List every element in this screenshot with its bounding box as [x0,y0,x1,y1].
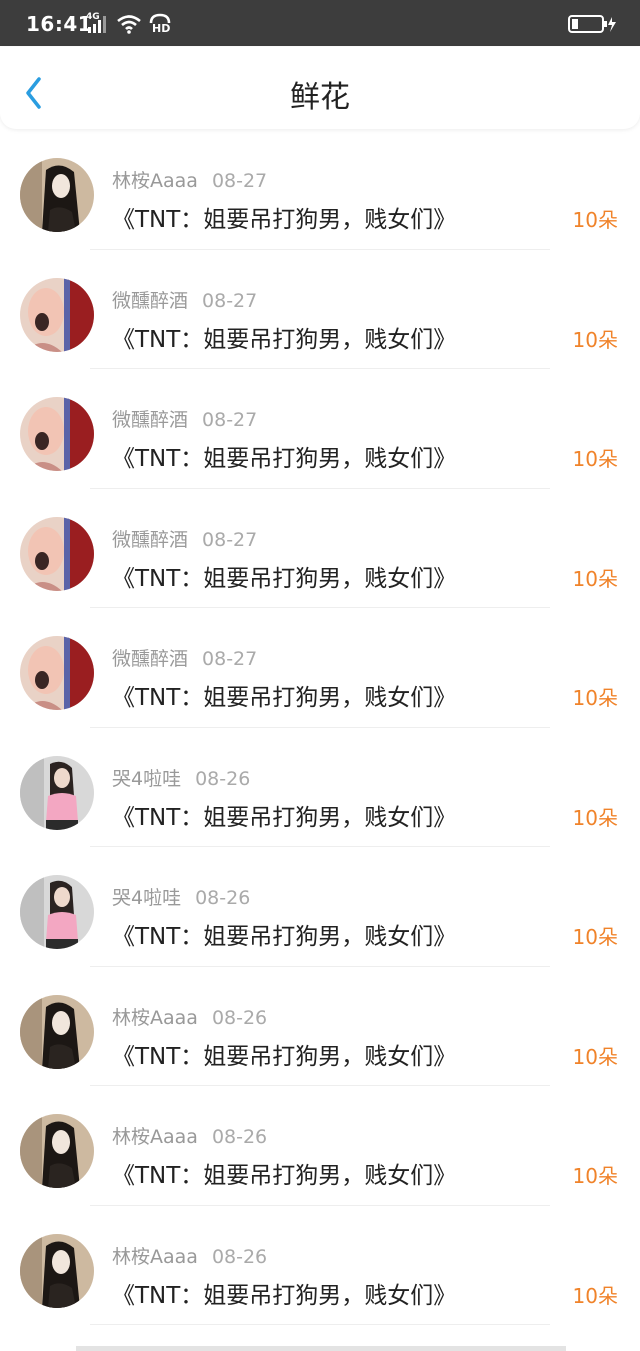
flower-count: 10朵 [572,1164,618,1188]
item-meta: 哭4啦哇 08-26 [112,883,250,910]
book-title[interactable]: 《TNT：姐要吊打狗男，贱女们》 [112,678,456,712]
avatar[interactable] [20,158,94,232]
date: 08-26 [211,1006,268,1029]
divider [90,1324,550,1325]
flower-count: 10朵 [572,447,618,471]
status-time: 16:41 [26,12,93,36]
item-meta: 微醺醉酒 08-27 [112,644,257,671]
flower-count: 10朵 [572,1044,618,1069]
page-title: 鲜花 [290,80,350,115]
battery-icon [568,15,616,33]
flower-count: 10朵 [572,327,618,352]
status-bar: 16:41 4G HD [0,0,640,46]
status-icons: 4G HD [86,12,172,36]
item-meta: 微醺醉酒 08-27 [112,525,257,552]
date: 08-26 [195,767,251,790]
item-meta: 微醺醉酒 08-27 [112,286,257,313]
username[interactable]: 微醺醉酒 [112,529,188,551]
username[interactable]: 林桉Aaaa [112,170,198,192]
username[interactable]: 微醺醉酒 [112,648,188,670]
book-title[interactable]: 《TNT：姐要吊打狗男，贱女们》 [112,1156,456,1190]
date: 08-27 [202,289,258,312]
book-title[interactable]: 《TNT：姐要吊打狗男，贱女们》 [112,798,456,832]
item-meta: 林桉Aaaa 08-26 [112,1122,267,1149]
list-item[interactable]: 微醺醉酒 08-27 《TNT：姐要吊打狗男，贱女们》 10朵 [0,608,640,728]
username[interactable]: 林桉Aaaa [112,1007,198,1029]
flower-list: 林桉Aaaa 08-27 《TNT：姐要吊打狗男，贱女们》 10朵 微醺醉酒 08-27 《… [0,130,640,1325]
list-item[interactable]: 林桉Aaaa 08-26 《TNT：姐要吊打狗男，贱女们》 10朵 [0,1086,640,1206]
list-item[interactable]: 哭4啦哇 08-26 《TNT：姐要吊打狗男，贱女们》 10朵 [0,728,640,847]
flower-count: 10朵 [572,208,618,232]
username[interactable]: 林桉Aaaa [112,1246,198,1268]
avatar[interactable] [20,994,94,1069]
bottom-scroll-indicator [76,1346,566,1351]
avatar[interactable] [20,1233,94,1308]
username[interactable]: 微醺醉酒 [112,290,188,312]
book-title[interactable]: 《TNT：姐要吊打狗男，贱女们》 [112,559,456,593]
item-meta: 林桉Aaaa 08-27 [112,166,267,193]
list-item[interactable]: 林桉Aaaa 08-27 《TNT：姐要吊打狗男，贱女们》 10朵 [0,130,640,250]
book-title[interactable]: 《TNT：姐要吊打狗男，贱女们》 [112,1037,456,1071]
username[interactable]: 哭4啦哇 [112,768,181,790]
avatar[interactable] [20,636,94,710]
date: 08-26 [211,1245,268,1268]
item-meta: 哭4啦哇 08-26 [112,764,250,791]
book-title[interactable]: 《TNT：姐要吊打狗男，贱女们》 [112,1276,456,1310]
flower-count: 10朵 [572,566,618,591]
date: 08-26 [195,887,251,909]
list-item[interactable]: 微醺醉酒 08-27 《TNT：姐要吊打狗男，贱女们》 10朵 [0,369,640,489]
flower-count: 10朵 [572,925,618,949]
username[interactable]: 林桉Aaaa [112,1126,198,1148]
flower-count: 10朵 [572,1283,618,1308]
book-title[interactable]: 《TNT：姐要吊打狗男，贱女们》 [112,917,456,951]
avatar[interactable] [20,875,94,949]
list-item[interactable]: 哭4啦哇 08-26 《TNT：姐要吊打狗男，贱女们》 10朵 [0,847,640,967]
navigation-bar: 鲜花 [0,47,640,129]
item-meta: 林桉Aaaa 08-26 [112,1003,267,1030]
item-meta: 林桉Aaaa 08-26 [112,1242,267,1269]
book-title[interactable]: 《TNT：姐要吊打狗男，贱女们》 [112,200,456,234]
book-title[interactable]: 《TNT：姐要吊打狗男，贱女们》 [112,320,456,354]
avatar[interactable] [20,277,94,352]
username[interactable]: 微醺醉酒 [112,409,188,431]
date: 08-27 [202,409,258,431]
avatar[interactable] [20,1114,94,1188]
hd-call-icon: HD [148,13,172,35]
signal-icon: 4G [86,12,110,35]
date: 08-26 [211,1126,268,1148]
flower-count: 10朵 [572,805,618,830]
avatar[interactable] [20,755,94,830]
hd-label: HD [152,22,171,35]
date: 08-27 [202,648,258,670]
avatar[interactable] [20,397,94,471]
date: 08-27 [211,170,268,192]
item-meta: 微醺醉酒 08-27 [112,405,257,432]
date: 08-27 [202,528,258,551]
book-title[interactable]: 《TNT：姐要吊打狗男，贱女们》 [112,439,456,473]
avatar[interactable] [20,516,94,591]
list-item[interactable]: 林桉Aaaa 08-26 《TNT：姐要吊打狗男，贱女们》 10朵 [0,1206,640,1325]
wifi-icon [117,15,141,34]
username[interactable]: 哭4啦哇 [112,887,181,909]
list-item[interactable]: 林桉Aaaa 08-26 《TNT：姐要吊打狗男，贱女们》 10朵 [0,967,640,1086]
flower-count: 10朵 [572,686,618,710]
list-item[interactable]: 微醺醉酒 08-27 《TNT：姐要吊打狗男，贱女们》 10朵 [0,250,640,369]
list-item[interactable]: 微醺醉酒 08-27 《TNT：姐要吊打狗男，贱女们》 10朵 [0,489,640,608]
